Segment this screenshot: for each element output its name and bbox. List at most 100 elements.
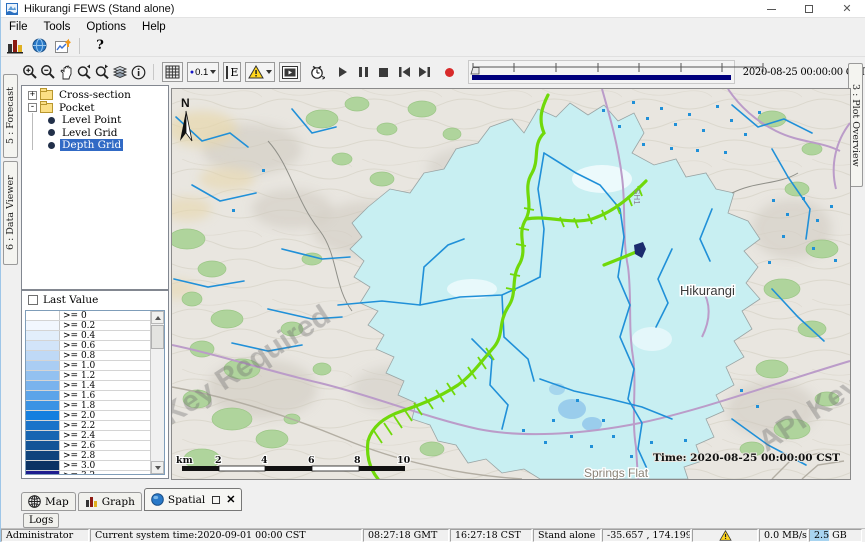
toolbar-separator (153, 64, 154, 80)
info-button[interactable] (130, 63, 146, 81)
title-bar[interactable]: Hikurangi FEWS (Stand alone) ✕ (1, 0, 865, 18)
layers-icon (112, 65, 128, 79)
last-step-button[interactable] (417, 64, 431, 80)
scrollbar-thumb[interactable] (151, 325, 164, 349)
zoom-out-button[interactable] (40, 63, 56, 81)
tree-item-depth-grid[interactable]: Depth Grid (22, 139, 168, 152)
legend-row[interactable]: >= 1.0 (26, 361, 150, 371)
tree-item-label: Level Point (60, 114, 123, 126)
legend-row[interactable]: >= 0.6 (26, 341, 150, 351)
close-tab-icon[interactable]: ✕ (226, 493, 235, 506)
map-time-label: Time: 2020-08-25 00:00:00 CST (653, 452, 840, 464)
legend-row[interactable]: >= 1.4 (26, 381, 150, 391)
legend-row[interactable]: >= 3.2 (26, 471, 150, 474)
legend-row[interactable]: >= 0.2 (26, 321, 150, 331)
explorer-chart-button[interactable] (5, 37, 25, 55)
map-view[interactable]: API Key Required API Key Required Hikura… (171, 88, 851, 480)
legend-row[interactable]: >= 2.8 (26, 451, 150, 461)
expand-icon[interactable]: + (28, 91, 37, 100)
status-warning-indicator[interactable] (692, 529, 758, 542)
tab-map[interactable]: Map (21, 492, 76, 511)
legend-swatch (26, 401, 60, 410)
legend-row[interactable]: >= 2.4 (26, 431, 150, 441)
spatial-display-button[interactable] (29, 37, 49, 55)
zoom-previous-button[interactable] (76, 63, 92, 81)
layers-button[interactable] (112, 63, 128, 81)
legend-label: >= 3.2 (60, 471, 95, 474)
tree-item-pocket[interactable]: - Pocket (22, 102, 168, 115)
pan-button[interactable] (58, 63, 74, 81)
legend-label: >= 1.2 (60, 371, 95, 380)
tab-spatial-label: Spatial (168, 494, 205, 506)
legend-row[interactable]: >= 1.6 (26, 391, 150, 401)
legend-row[interactable]: >= 1.2 (26, 371, 150, 381)
tree-item-level-point[interactable]: Level Point (22, 114, 168, 127)
maximize-button[interactable] (790, 0, 828, 18)
sidebar-tab-forecast[interactable]: 5 : Forecast (3, 74, 18, 158)
zoom-next-icon (94, 64, 110, 80)
map-canvas[interactable]: API Key Required API Key Required Hikura… (172, 89, 850, 479)
logs-button[interactable]: Logs (23, 513, 59, 528)
zoom-in-button[interactable] (22, 63, 38, 81)
maximize-tab-icon[interactable] (212, 496, 220, 504)
menu-help[interactable]: Help (134, 20, 174, 35)
display-tabs: Map Graph Spatial ✕ (21, 488, 244, 511)
legend-row[interactable]: >= 0 (26, 311, 150, 321)
legend-row[interactable]: >= 0.8 (26, 351, 150, 361)
legend-row[interactable]: >= 3.0 (26, 461, 150, 471)
tab-graph-label: Graph (102, 496, 135, 508)
play-button[interactable] (336, 64, 350, 80)
legend-swatch (26, 461, 60, 470)
menu-tools[interactable]: Tools (36, 20, 79, 35)
last-value-option[interactable]: Last Value (22, 291, 168, 308)
close-button[interactable]: ✕ (828, 0, 865, 18)
legend-list: >= 0 >= 0.2 >= 0.4 >= 0.6 >= 0.8 >= 1.0 … (25, 310, 165, 475)
timeseries-dialog-button[interactable] (53, 37, 73, 55)
svg-text:10: 10 (397, 455, 411, 466)
collapse-icon[interactable]: - (28, 103, 37, 112)
legend-row[interactable]: >= 1.8 (26, 401, 150, 411)
tree-item-level-grid[interactable]: Level Grid (22, 127, 168, 140)
first-step-button[interactable] (397, 64, 411, 80)
sidebar-tab-data-viewer[interactable]: 6 : Data Viewer (3, 161, 18, 265)
warning-icon (719, 530, 732, 541)
tree-item-cross-section[interactable]: + Cross-section (22, 89, 168, 102)
legend-row[interactable]: >= 2.2 (26, 421, 150, 431)
menu-bar: File Tools Options Help (1, 19, 865, 35)
legend-row[interactable]: >= 2.6 (26, 441, 150, 451)
tree-item-label: Level Grid (60, 127, 120, 139)
tab-graph[interactable]: Graph (78, 492, 142, 511)
threshold-dropdown[interactable]: ● 0.1 (187, 62, 219, 82)
map-toolbar: ● 0.1 E (21, 57, 865, 87)
animation-timer-button[interactable] (309, 63, 325, 81)
scroll-up-button[interactable] (151, 311, 164, 324)
tree-item-label: Cross-section (57, 89, 133, 101)
record-button[interactable] (443, 64, 457, 80)
legend-swatch (26, 471, 60, 474)
layer-tree-panel: + Cross-section - Pocket Level Point Lev… (21, 85, 169, 290)
menu-options[interactable]: Options (78, 20, 134, 35)
animation-panel-button[interactable] (279, 62, 301, 82)
last-value-checkbox[interactable] (28, 295, 38, 305)
legend-toggle-button[interactable]: E (223, 62, 241, 82)
legend-scrollbar[interactable] (150, 311, 164, 474)
hand-icon (59, 65, 74, 80)
time-slider-thumb[interactable] (471, 68, 479, 75)
legend-label: >= 3.0 (60, 461, 95, 470)
scroll-down-button[interactable] (151, 461, 164, 474)
last-value-label: Last Value (43, 294, 98, 306)
stop-button[interactable] (377, 64, 391, 80)
minimize-button[interactable] (752, 0, 790, 18)
timer-clock-icon (309, 64, 325, 80)
grid-display-button[interactable] (162, 62, 183, 82)
zoom-next-button[interactable] (94, 63, 110, 81)
help-button[interactable]: ? (90, 37, 110, 55)
tab-spatial[interactable]: Spatial ✕ (144, 488, 243, 511)
menu-file[interactable]: File (1, 20, 36, 35)
legend-label: >= 1.8 (60, 401, 95, 410)
pause-button[interactable] (357, 64, 371, 80)
legend-row[interactable]: >= 0.4 (26, 331, 150, 341)
warning-dropdown[interactable] (245, 62, 275, 82)
time-slider[interactable] (468, 60, 735, 84)
legend-row[interactable]: >= 2.0 (26, 411, 150, 421)
